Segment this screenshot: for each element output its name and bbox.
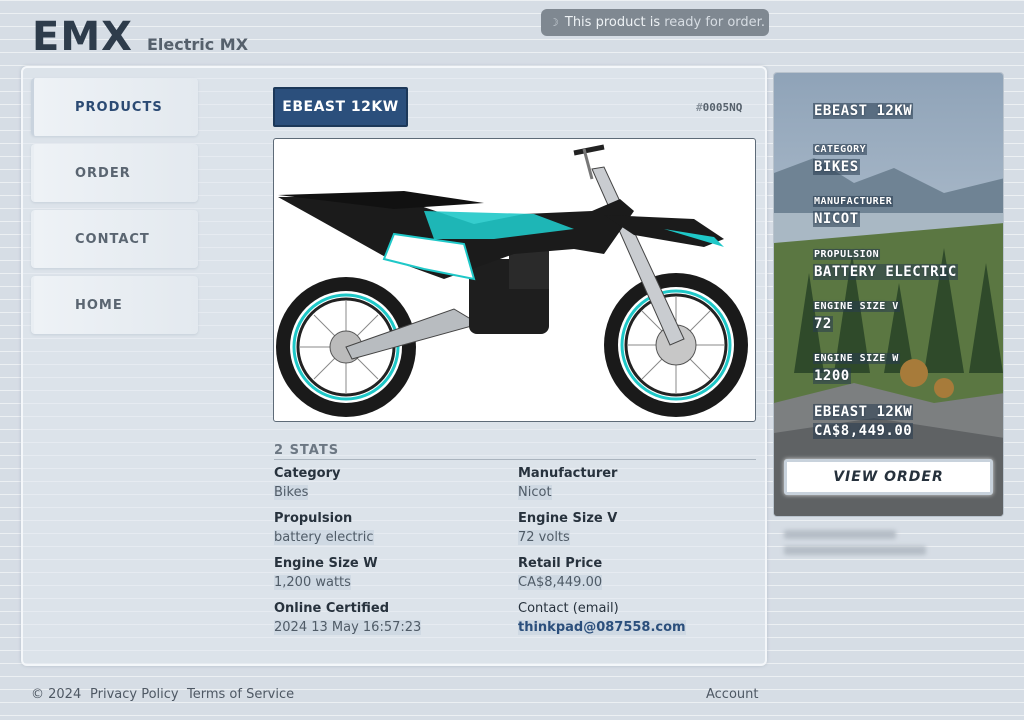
stat-online-certified: Online Certified 2024 13 May 16:57:23	[274, 601, 512, 635]
footer-copyright: © 2024	[31, 687, 82, 702]
stat-engine-size-w: Engine Size W 1,200 watts	[274, 556, 512, 590]
dirt-bike-illustration	[276, 144, 748, 417]
side-field-label: ENGINE SIZE V	[813, 301, 900, 312]
side-field-value: NICOT	[813, 211, 860, 227]
toast-text: This product is	[564, 15, 661, 30]
site-logo[interactable]: EMX	[32, 14, 133, 60]
side-title-text: EBEAST 12KW	[813, 103, 914, 119]
side-field-label: MANUFACTURER	[813, 196, 894, 207]
stat-key: Engine Size W	[274, 556, 378, 571]
footer-privacy-link[interactable]: Privacy Policy	[90, 687, 179, 702]
stat-key: Engine Size V	[518, 511, 618, 526]
side-field-manufacturer: MANUFACTURER NICOT	[813, 189, 894, 227]
nav-item-order[interactable]: ORDER	[31, 144, 198, 202]
side-field-category: CATEGORY BIKES	[813, 137, 868, 175]
moon-icon: ☽	[549, 16, 559, 29]
footer-terms-link[interactable]: Terms of Service	[187, 687, 294, 702]
sku-hash: #	[696, 101, 703, 114]
stat-key: Manufacturer	[518, 466, 618, 481]
view-order-button[interactable]: VIEW ORDER	[784, 459, 993, 495]
site-header: EMX Electric MX	[32, 14, 248, 60]
stat-value: Bikes	[274, 485, 309, 500]
stat-manufacturer: Manufacturer Nicot	[518, 466, 756, 500]
side-field-value: BIKES	[813, 159, 860, 175]
side-bottom-title: EBEAST 12KW	[813, 401, 914, 420]
stat-key: Contact (email)	[518, 601, 619, 616]
sku-code: 0005NQ	[702, 101, 743, 114]
front-wheel	[604, 273, 748, 417]
stat-value: 72 volts	[518, 530, 570, 545]
side-title: EBEAST 12KW	[813, 100, 914, 119]
stats-heading: 2 STATS	[274, 443, 756, 460]
side-field-label: CATEGORY	[813, 144, 868, 155]
side-bottom-price-text: CA$8,449.00	[813, 423, 914, 439]
stat-value: 1,200 watts	[274, 575, 351, 590]
stat-key: Propulsion	[274, 511, 353, 526]
stat-key: Online Certified	[274, 601, 390, 616]
stat-propulsion: Propulsion battery electric	[274, 511, 512, 545]
contact-email-link[interactable]: thinkpad@087558.com	[518, 620, 686, 635]
side-bottom-title-text: EBEAST 12KW	[813, 404, 914, 420]
side-field-engine-size-w: ENGINE SIZE W 1200	[813, 346, 900, 384]
nav-label: ORDER	[75, 165, 131, 181]
stat-retail-price: Retail Price CA$8,449.00	[518, 556, 756, 590]
side-field-value: 72	[813, 316, 833, 332]
nav-label: PRODUCTS	[75, 99, 163, 115]
sidebar-nav: PRODUCTS ORDER CONTACT HOME	[31, 78, 198, 342]
site-subtitle: Electric MX	[146, 35, 249, 54]
product-image	[273, 138, 756, 422]
toast-highlight: ready for order.	[664, 15, 765, 30]
stat-engine-size-v: Engine Size V 72 volts	[518, 511, 756, 545]
side-field-label: ENGINE SIZE W	[813, 353, 900, 364]
stat-contact-email: Contact (email) thinkpad@087558.com	[518, 601, 756, 635]
side-field-value: 1200	[813, 368, 851, 384]
stat-value: 2024 13 May 16:57:23	[274, 620, 422, 635]
nav-item-home[interactable]: HOME	[31, 276, 198, 334]
nav-item-contact[interactable]: CONTACT	[31, 210, 198, 268]
footer-account-link[interactable]: Account	[706, 687, 759, 702]
side-field-engine-size-v: ENGINE SIZE V 72	[813, 294, 900, 332]
stat-key: Retail Price	[518, 556, 603, 571]
stat-value: battery electric	[274, 530, 374, 545]
nav-label: HOME	[75, 297, 123, 313]
stat-value: Nicot	[518, 485, 552, 500]
nav-label: CONTACT	[75, 231, 150, 247]
side-field-label: PROPULSION	[813, 249, 881, 260]
stat-category: Category Bikes	[274, 466, 512, 500]
status-toast: ☽ This product is ready for order.	[541, 9, 769, 36]
blurred-placeholder	[784, 530, 926, 564]
product-title-button[interactable]: EBEAST 12KW	[273, 87, 408, 127]
side-field-propulsion: PROPULSION BATTERY ELECTRIC	[813, 242, 958, 280]
nav-item-products[interactable]: PRODUCTS	[31, 78, 198, 136]
stat-value: CA$8,449.00	[518, 575, 603, 590]
stat-key: Category	[274, 466, 341, 481]
product-sku: #0005NQ	[696, 101, 742, 114]
side-bottom-price: CA$8,449.00	[813, 420, 914, 439]
side-field-value: BATTERY ELECTRIC	[813, 264, 958, 280]
